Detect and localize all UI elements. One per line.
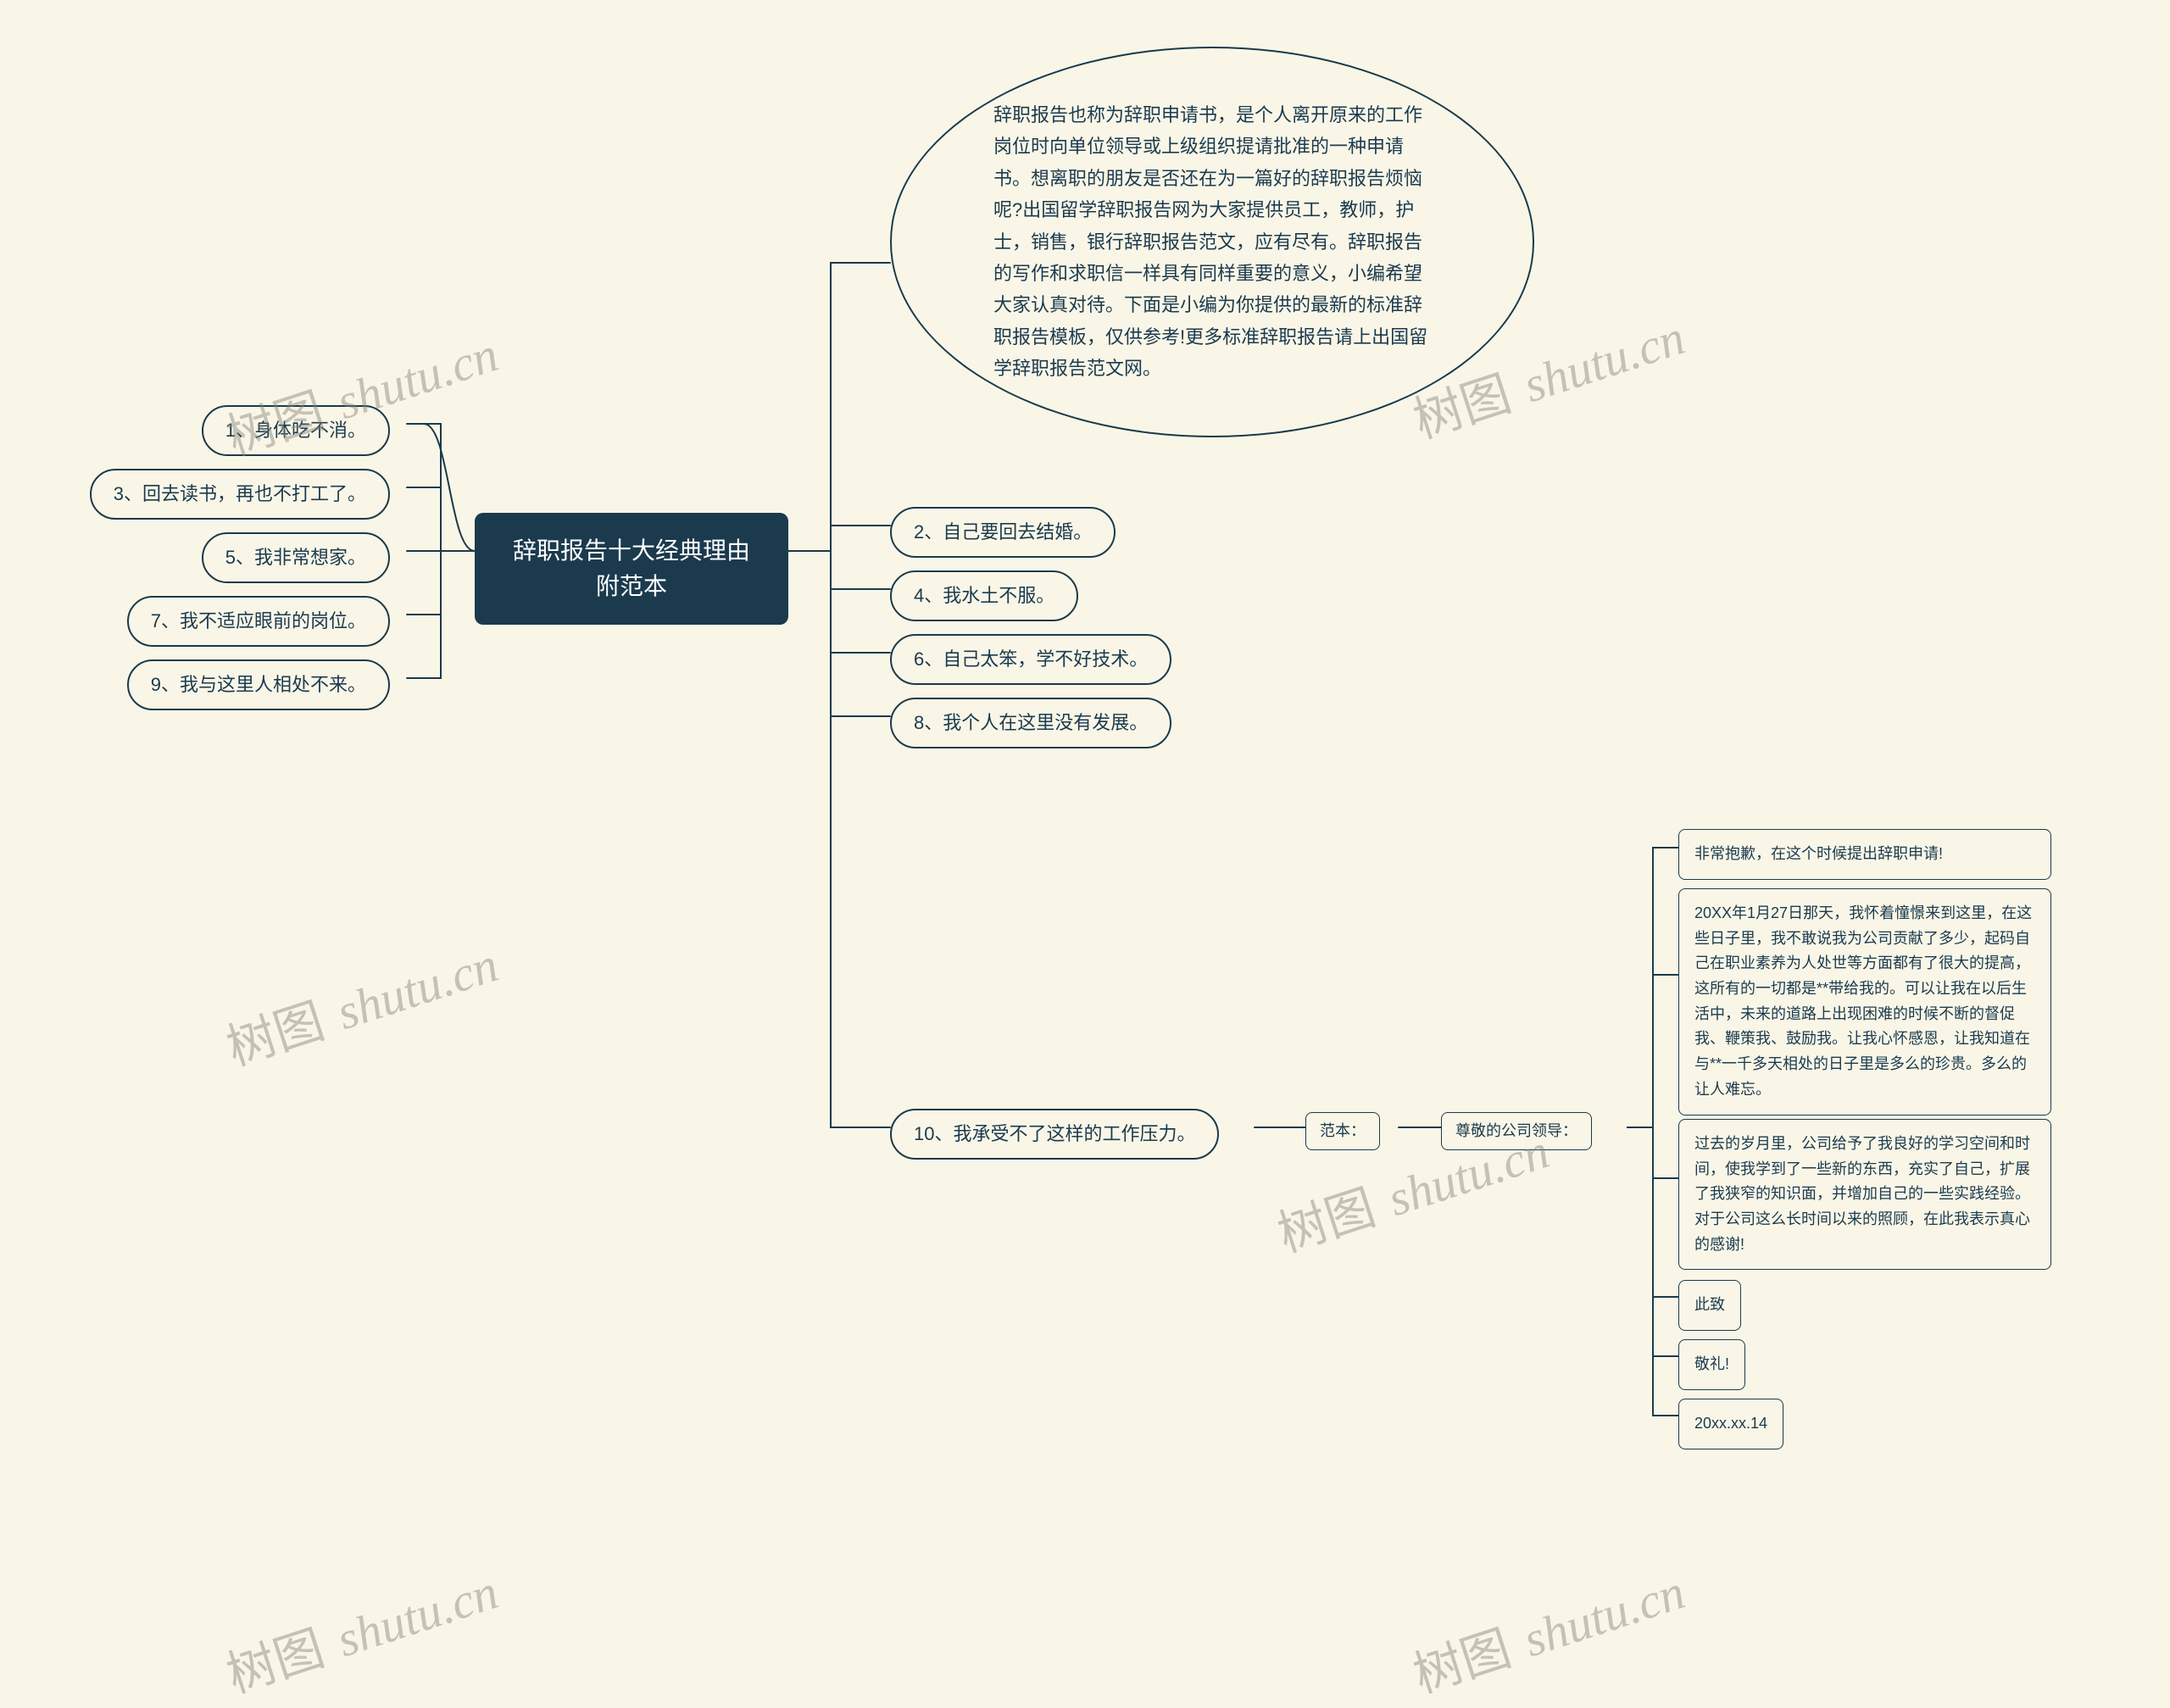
node-reason-5[interactable]: 5、我非常想家。 bbox=[202, 532, 390, 583]
sample-p2-text: 20XX年1月27日那天，我怀着憧憬来到这里，在这些日子里，我不敢说我为公司贡献… bbox=[1694, 904, 2032, 1098]
sample-to-node[interactable]: 尊敬的公司领导： bbox=[1441, 1112, 1592, 1150]
sample-paragraph-1[interactable]: 非常抱歉，在这个时候提出辞职申请! bbox=[1678, 829, 2051, 880]
node-reason-8[interactable]: 8、我个人在这里没有发展。 bbox=[890, 698, 1171, 748]
watermark: 树图 shutu.cn bbox=[216, 1552, 505, 1706]
center-label: 辞职报告十大经典理由附范本 bbox=[513, 537, 750, 599]
node-reason-4[interactable]: 4、我水土不服。 bbox=[890, 570, 1078, 621]
node-reason-2-label: 2、自己要回去结婚。 bbox=[914, 521, 1092, 542]
sample-p3-text: 过去的岁月里，公司给予了我良好的学习空间和时间，使我学到了一些新的东西，充实了自… bbox=[1694, 1135, 2030, 1253]
sample-p5-text: 敬礼! bbox=[1694, 1355, 1729, 1372]
node-reason-1[interactable]: 1、身体吃不消。 bbox=[202, 405, 390, 456]
node-reason-9[interactable]: 9、我与这里人相处不来。 bbox=[127, 659, 390, 710]
center-node[interactable]: 辞职报告十大经典理由附范本 bbox=[475, 513, 788, 625]
intro-text: 辞职报告也称为辞职申请书，是个人离开原来的工作岗位时向单位领导或上级组织提请批准… bbox=[993, 104, 1427, 379]
watermark: 树图 shutu.cn bbox=[1403, 1552, 1692, 1706]
sample-paragraph-3[interactable]: 过去的岁月里，公司给予了我良好的学习空间和时间，使我学到了一些新的东西，充实了自… bbox=[1678, 1119, 2051, 1270]
sample-paragraph-2[interactable]: 20XX年1月27日那天，我怀着憧憬来到这里，在这些日子里，我不敢说我为公司贡献… bbox=[1678, 888, 2051, 1115]
node-reason-10[interactable]: 10、我承受不了这样的工作压力。 bbox=[890, 1109, 1219, 1160]
node-reason-8-label: 8、我个人在这里没有发展。 bbox=[914, 712, 1148, 733]
sample-p4-text: 此致 bbox=[1694, 1296, 1725, 1313]
node-reason-1-label: 1、身体吃不消。 bbox=[225, 420, 366, 441]
watermark: 树图 shutu.cn bbox=[216, 925, 505, 1079]
node-reason-5-label: 5、我非常想家。 bbox=[225, 547, 366, 568]
node-reason-10-label: 10、我承受不了这样的工作压力。 bbox=[914, 1123, 1195, 1144]
sample-label-node[interactable]: 范本： bbox=[1305, 1112, 1380, 1150]
node-reason-9-label: 9、我与这里人相处不来。 bbox=[151, 674, 366, 695]
node-reason-7-label: 7、我不适应眼前的岗位。 bbox=[151, 610, 366, 631]
intro-ellipse[interactable]: 辞职报告也称为辞职申请书，是个人离开原来的工作岗位时向单位领导或上级组织提请批准… bbox=[890, 47, 1534, 437]
node-reason-6-label: 6、自己太笨，学不好技术。 bbox=[914, 648, 1148, 670]
sample-paragraph-5[interactable]: 敬礼! bbox=[1678, 1339, 1745, 1390]
sample-paragraph-4[interactable]: 此致 bbox=[1678, 1280, 1741, 1331]
node-reason-3[interactable]: 3、回去读书，再也不打工了。 bbox=[90, 469, 390, 520]
node-reason-7[interactable]: 7、我不适应眼前的岗位。 bbox=[127, 596, 390, 647]
node-reason-2[interactable]: 2、自己要回去结婚。 bbox=[890, 507, 1116, 558]
sample-paragraph-6[interactable]: 20xx.xx.14 bbox=[1678, 1399, 1783, 1449]
sample-p6-text: 20xx.xx.14 bbox=[1694, 1415, 1767, 1432]
node-reason-6[interactable]: 6、自己太笨，学不好技术。 bbox=[890, 634, 1171, 685]
node-reason-4-label: 4、我水土不服。 bbox=[914, 585, 1054, 606]
sample-label-text: 范本： bbox=[1320, 1122, 1366, 1139]
node-reason-3-label: 3、回去读书，再也不打工了。 bbox=[114, 483, 366, 504]
sample-p1-text: 非常抱歉，在这个时候提出辞职申请! bbox=[1694, 845, 1943, 862]
sample-to-text: 尊敬的公司领导： bbox=[1455, 1122, 1577, 1139]
